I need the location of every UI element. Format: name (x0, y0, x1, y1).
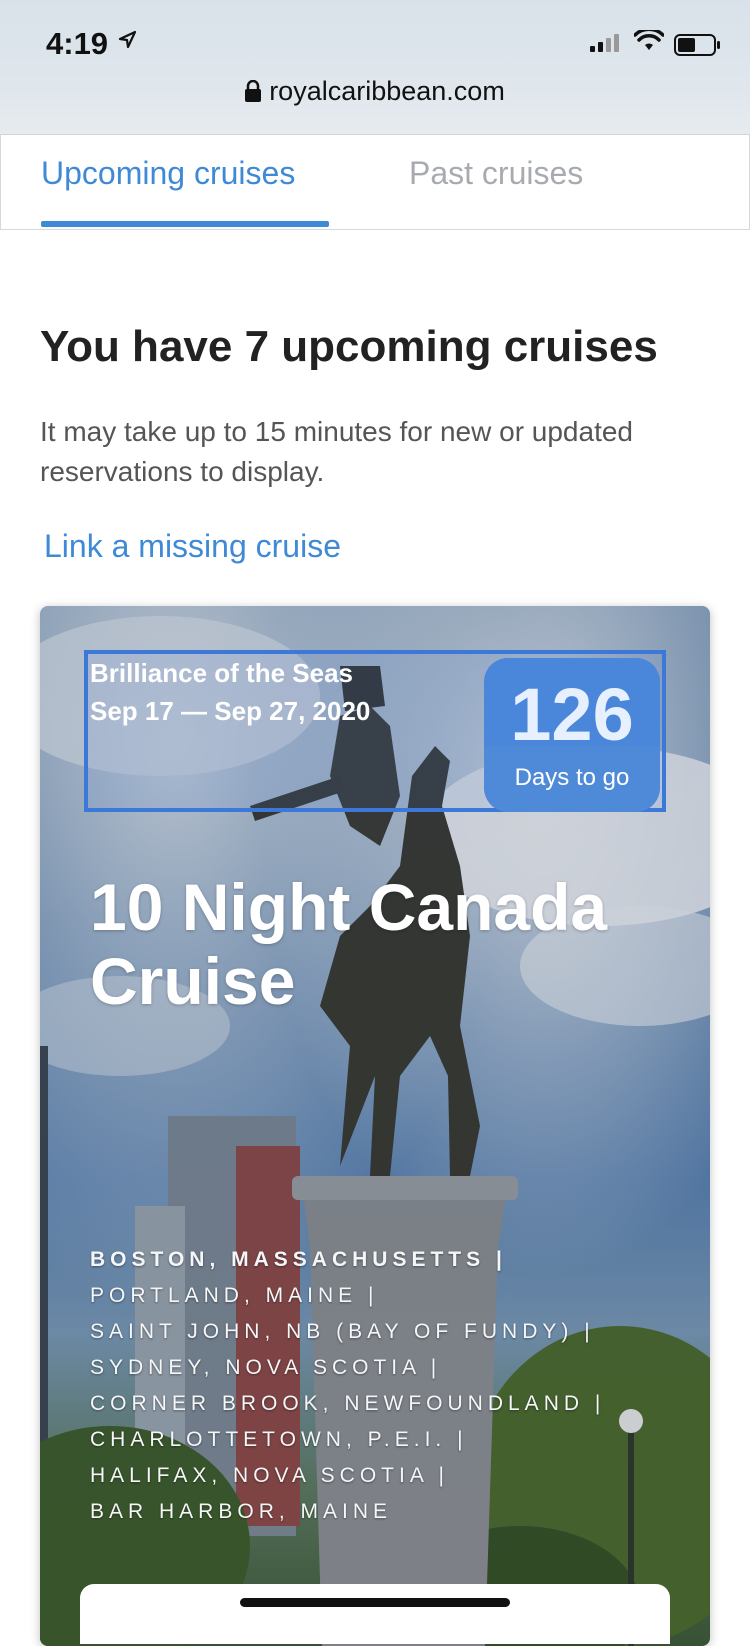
link-missing-cruise[interactable]: Link a missing cruise (44, 528, 341, 565)
cellular-signal-icon (590, 34, 619, 52)
active-tab-indicator (41, 221, 329, 227)
port-item: BAR HARBOR, MAINE (90, 1500, 393, 1523)
days-count: 126 (510, 673, 634, 756)
page-subtitle: It may take up to 15 minutes for new or … (40, 416, 634, 487)
tab-past-cruises[interactable]: Past cruises (409, 155, 583, 192)
days-to-go-badge: 126 Days to go (484, 658, 660, 812)
days-label: Days to go (514, 764, 630, 791)
port-item: SAINT JOHN, NB (BAY OF FUNDY) | (90, 1320, 595, 1343)
bottom-sheet[interactable] (80, 1584, 670, 1644)
status-bar: 4:19 royalcaribbean.com (0, 0, 750, 134)
port-item: PORTLAND, MAINE | (90, 1284, 379, 1307)
page-title: You have 7 upcoming cruises (40, 322, 658, 371)
wifi-icon (634, 30, 664, 50)
port-item: SYDNEY, NOVA SCOTIA | (90, 1356, 442, 1379)
port-item: BOSTON, MASSACHUSETTS | (90, 1248, 507, 1271)
port-list: BOSTON, MASSACHUSETTS | PORTLAND, MAINE … (90, 1242, 690, 1530)
address-bar[interactable]: royalcaribbean.com (0, 76, 750, 107)
home-indicator[interactable] (240, 1598, 510, 1607)
sailing-dates: Sep 17 — Sep 27, 2020 (90, 696, 371, 726)
lock-icon (245, 80, 262, 102)
url-text: royalcaribbean.com (269, 76, 505, 106)
status-time: 4:19 (46, 26, 109, 61)
port-item: HALIFAX, NOVA SCOTIA | (90, 1464, 449, 1487)
battery-icon (674, 34, 720, 56)
cruise-title: 10 Night Canada Cruise (90, 870, 608, 1018)
port-item: CHARLOTTETOWN, P.E.I. | (90, 1428, 468, 1451)
tab-upcoming-cruises[interactable]: Upcoming cruises (41, 155, 295, 192)
cruise-card[interactable]: Brilliance of the Seas Sep 17 — Sep 27, … (40, 606, 710, 1646)
ship-name: Brilliance of the Seas (90, 658, 353, 688)
cruise-tabs: Upcoming cruises Past cruises (0, 134, 750, 230)
location-arrow-icon (118, 30, 137, 49)
port-item: CORNER BROOK, NEWFOUNDLAND | (90, 1392, 606, 1415)
